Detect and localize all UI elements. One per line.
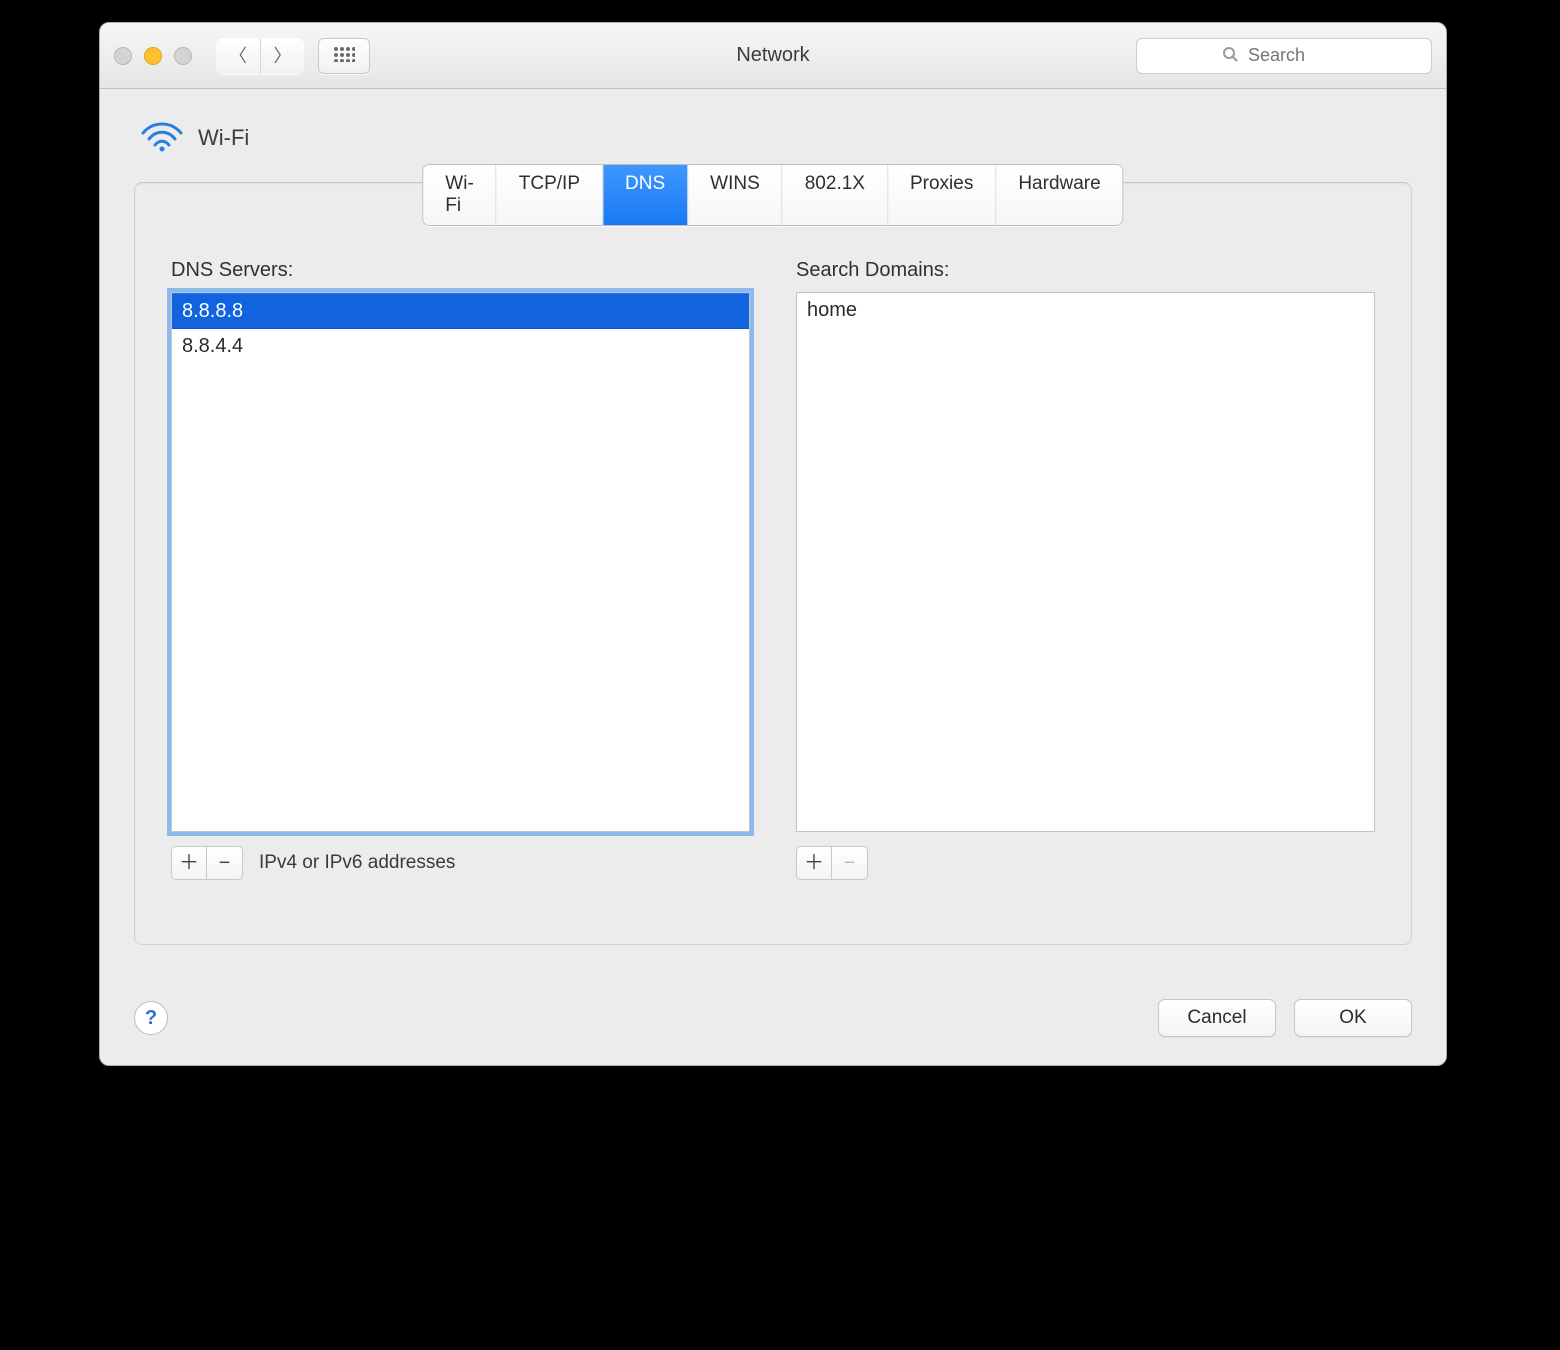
grid-icon [333, 46, 355, 65]
window-controls [114, 47, 192, 65]
tab-bar: Wi-FiTCP/IPDNSWINS802.1XProxiesHardware [422, 164, 1123, 226]
footer: ? Cancel OK [134, 999, 1412, 1037]
remove-dns-server-button[interactable]: − [207, 846, 243, 880]
tab-tcpip[interactable]: TCP/IP [496, 165, 602, 225]
window-body: Wi-Fi Wi-FiTCP/IPDNSWINS802.1XProxiesHar… [100, 89, 1446, 1065]
dns-servers-column: DNS Servers: 8.8.8.88.8.4.4 ＋ − IPv4 or … [171, 259, 750, 880]
search-domains-label: Search Domains: [796, 259, 1375, 282]
dns-servers-controls: ＋ − IPv4 or IPv6 addresses [171, 846, 750, 880]
show-all-button[interactable] [318, 38, 370, 74]
dns-servers-label: DNS Servers: [171, 259, 750, 282]
tab-8021x[interactable]: 802.1X [782, 165, 887, 225]
dns-help-text: IPv4 or IPv6 addresses [259, 852, 455, 874]
tab-proxies[interactable]: Proxies [887, 165, 995, 225]
tab-wifi[interactable]: Wi-Fi [423, 165, 495, 225]
dns-servers-list[interactable]: 8.8.8.88.8.4.4 [171, 292, 750, 832]
search-domain-row[interactable]: home [797, 293, 1374, 327]
back-button[interactable]: 〈 [216, 38, 260, 74]
remove-search-domain-button: − [832, 846, 868, 880]
connection-header: Wi-Fi [140, 119, 1412, 156]
add-search-domain-button[interactable]: ＋ [796, 846, 832, 880]
forward-button[interactable]: 〉 [260, 38, 304, 74]
search-domains-column: Search Domains: home ＋ − [796, 259, 1375, 880]
plus-icon: ＋ [804, 853, 824, 873]
chevron-left-icon: 〈 [229, 47, 247, 65]
add-dns-server-button[interactable]: ＋ [171, 846, 207, 880]
help-icon: ? [145, 1007, 157, 1030]
connection-name: Wi-Fi [198, 125, 249, 151]
search-icon [1222, 46, 1238, 65]
wifi-icon [140, 119, 184, 156]
tab-dns[interactable]: DNS [602, 165, 687, 225]
dns-server-row[interactable]: 8.8.4.4 [172, 329, 749, 363]
tab-wins[interactable]: WINS [687, 165, 782, 225]
nav-back-forward: 〈 〉 [216, 38, 304, 74]
chevron-right-icon: 〉 [274, 47, 292, 65]
cancel-button[interactable]: Cancel [1158, 999, 1276, 1037]
close-window-button[interactable] [114, 47, 132, 65]
search-domains-controls: ＋ − [796, 846, 1375, 880]
network-advanced-window: 〈 〉 Network [99, 22, 1447, 1066]
search-field[interactable] [1136, 38, 1432, 74]
dns-server-row[interactable]: 8.8.8.8 [172, 293, 749, 329]
search-input[interactable] [1246, 44, 1346, 67]
minimize-window-button[interactable] [144, 47, 162, 65]
help-button[interactable]: ? [134, 1001, 168, 1035]
titlebar: 〈 〉 Network [100, 23, 1446, 89]
minus-icon: − [219, 853, 231, 873]
plus-icon: ＋ [179, 853, 199, 873]
tab-hardware[interactable]: Hardware [995, 165, 1122, 225]
ok-button[interactable]: OK [1294, 999, 1412, 1037]
window-title: Network [736, 23, 809, 88]
dns-panel: DNS Servers: 8.8.8.88.8.4.4 ＋ − IPv4 or … [134, 182, 1412, 945]
minus-icon: − [844, 853, 856, 873]
zoom-window-button[interactable] [174, 47, 192, 65]
tabs-panel: Wi-FiTCP/IPDNSWINS802.1XProxiesHardware … [134, 182, 1412, 945]
search-domains-list[interactable]: home [796, 292, 1375, 832]
